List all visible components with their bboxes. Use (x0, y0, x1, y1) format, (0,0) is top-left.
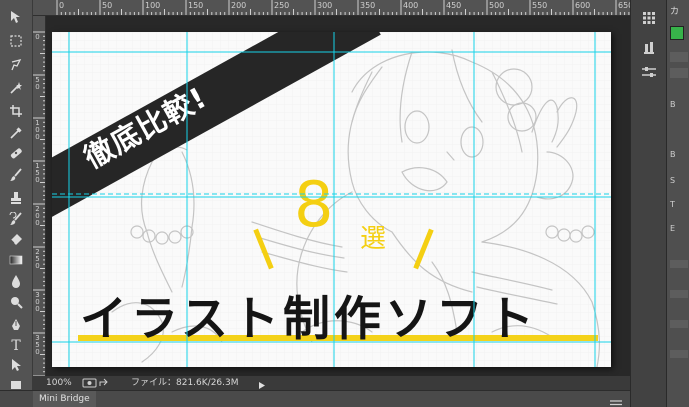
headline-title: イラスト制作ソフト (80, 292, 539, 347)
ruler-label: 150 (35, 162, 40, 184)
ruler-label: 300 (35, 291, 40, 313)
ruler-label: 650 (618, 1, 630, 10)
crop-icon[interactable] (5, 102, 27, 122)
panel-mini-label: B (670, 150, 676, 159)
foreground-color-swatch[interactable] (670, 26, 684, 40)
headline-number: 8 (294, 168, 334, 241)
ruler-label: 250 (35, 248, 40, 270)
panel-row[interactable] (670, 260, 688, 268)
history-brush-icon[interactable] (5, 210, 27, 230)
ruler-label: 300 (317, 1, 333, 10)
ruler-label: 100 (35, 119, 40, 141)
gradient-icon[interactable] (5, 251, 27, 271)
type-icon[interactable]: T (5, 336, 27, 356)
ruler-label: 250 (274, 1, 290, 10)
adjustments-icon[interactable] (641, 64, 657, 80)
ruler-label: 400 (403, 1, 419, 10)
panel-mini-label: E (670, 224, 676, 233)
document-workspace[interactable]: 徹底比較! 8 選 イラスト制作ソフト (46, 16, 630, 376)
zoom-level[interactable]: 100% (46, 376, 72, 390)
ruler-label: 500 (489, 1, 505, 10)
eyedropper-icon[interactable] (5, 124, 27, 144)
status-bar: 100% ファイル：821.6K/26.3M (33, 376, 630, 390)
mini-bridge-tab[interactable]: Mini Bridge (33, 391, 96, 407)
ruler-label: 450 (446, 1, 462, 10)
panel-row[interactable] (670, 350, 688, 358)
panel-mini-label: S (670, 176, 676, 185)
pen-icon[interactable] (5, 316, 27, 336)
panel-collapse-icon[interactable] (610, 394, 622, 406)
ruler-label: 200 (35, 205, 40, 227)
ruler-label: 50 (102, 1, 113, 10)
blur-icon[interactable] (5, 272, 27, 292)
vertical-ruler[interactable]: 050100150200250300350400 (33, 16, 46, 376)
panel-row[interactable] (670, 320, 688, 328)
ruler-label: 550 (532, 1, 548, 10)
bottom-panel-bar: Mini Bridge (0, 390, 630, 407)
collapsed-panels-dock (630, 0, 666, 407)
lasso-icon[interactable] (5, 56, 27, 76)
brush-icon[interactable] (5, 166, 27, 186)
ruler-label: 350 (35, 334, 40, 356)
color-slider[interactable] (670, 68, 688, 78)
ruler-label: 0 (35, 33, 40, 41)
healing-brush-icon[interactable] (5, 144, 27, 164)
panel-mini-label: B (670, 100, 676, 109)
dodge-icon[interactable] (5, 293, 27, 313)
panel-header-label[interactable]: カ (670, 4, 688, 18)
ruler-label: 50 (35, 76, 40, 91)
ruler-label: 350 (360, 1, 376, 10)
path-selection-icon[interactable] (5, 356, 27, 376)
ruler-label: 200 (231, 1, 247, 10)
ruler-label: 100 (145, 1, 161, 10)
ruler-label: 600 (575, 1, 591, 10)
panel-row[interactable] (670, 290, 688, 298)
ruler-label: 150 (188, 1, 204, 10)
color-slider[interactable] (670, 52, 688, 62)
document-info: ファイル：821.6K/26.3M (131, 378, 239, 388)
tools-panel: T (0, 0, 33, 407)
ruler-ticks (33, 31, 45, 376)
ruler-label: 0 (59, 1, 65, 10)
clone-stamp-icon[interactable] (5, 189, 27, 209)
grid-panel-icon[interactable] (641, 10, 657, 26)
document-canvas[interactable]: 徹底比較! 8 選 イラスト制作ソフト (52, 32, 611, 367)
panel-mini-label: T (670, 200, 675, 209)
eraser-icon[interactable] (5, 230, 27, 250)
marquee-icon[interactable] (5, 32, 27, 52)
headline-number-suffix: 選 (360, 224, 387, 254)
brush-presets-icon[interactable] (641, 40, 657, 56)
expanded-panel-strip: カ B B S T E (666, 0, 689, 407)
magic-wand-icon[interactable] (5, 79, 27, 99)
move-icon[interactable] (5, 8, 27, 28)
horizontal-ruler[interactable]: 0 50 100 150 200 250 300 350 400 450 500 550 600 650 (33, 0, 630, 16)
